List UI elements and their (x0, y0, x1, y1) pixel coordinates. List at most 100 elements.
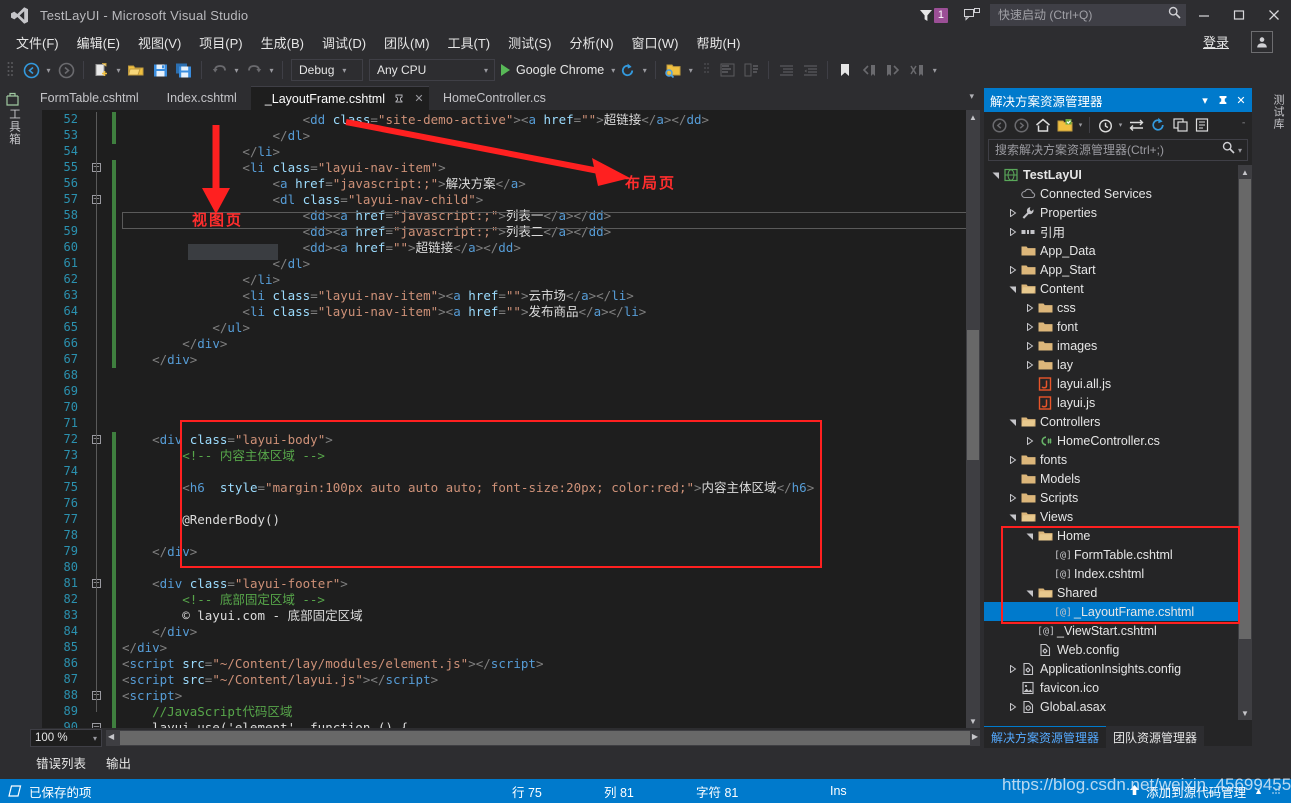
increase-indent-icon[interactable] (775, 59, 797, 81)
scroll-down-icon[interactable]: ▼ (1238, 706, 1252, 720)
panel-drag-dots[interactable] (1109, 100, 1190, 101)
editor-horizontal-scrollbar[interactable]: ◀ ▶ (106, 730, 980, 746)
chevron-down-icon[interactable]: ▾ (1116, 114, 1125, 136)
menu-window[interactable]: 窗口(W) (624, 31, 687, 54)
code-line[interactable]: //JavaScript代码区域 (122, 704, 292, 720)
menu-file[interactable]: 文件(F) (8, 31, 67, 54)
tab-error-list[interactable]: 错误列表 (26, 750, 96, 775)
forward-icon[interactable] (1010, 114, 1032, 136)
editor-code-area[interactable]: <dd class="site-demo-active"><a href="">… (122, 110, 980, 728)
code-line[interactable]: <div class="layui-footer"> (122, 576, 348, 592)
code-line[interactable]: </ul> (122, 320, 250, 336)
scroll-down-icon[interactable]: ▼ (966, 714, 980, 728)
code-line[interactable]: </div> (122, 352, 197, 368)
pending-changes-icon[interactable] (1054, 114, 1076, 136)
tab-output[interactable]: 输出 (96, 750, 141, 775)
solution-explorer-scroll-thumb[interactable] (1239, 179, 1251, 639)
code-line[interactable]: </div> (122, 624, 197, 640)
chevron-down-icon[interactable]: ▾ (611, 66, 615, 75)
menu-build[interactable]: 生成(B) (253, 31, 312, 54)
chevron-down-icon[interactable]: ▾ (484, 66, 492, 75)
toolbar-grip[interactable] (6, 61, 15, 79)
new-item-dropdown-icon[interactable]: ▾ (113, 59, 124, 81)
editor-outlining-margin[interactable]: –––––– (84, 110, 112, 728)
chevron-down-icon[interactable] (1007, 418, 1019, 426)
next-bookmark-icon[interactable] (882, 59, 904, 81)
chevron-right-icon[interactable] (1024, 303, 1036, 312)
menu-tools[interactable]: 工具(T) (440, 31, 499, 54)
tree-item-layoutframe-cshtml[interactable]: [@] _LayoutFrame.cshtml (984, 602, 1238, 621)
code-line[interactable]: <a href="javascript:;">解决方案</a> (122, 176, 526, 192)
properties-icon[interactable] (1191, 114, 1213, 136)
tree-item-connected-services[interactable]: Connected Services (984, 184, 1238, 203)
tree-item-properties[interactable]: Properties (984, 203, 1238, 222)
tree-item-index-cshtml[interactable]: [@] Index.cshtml (984, 564, 1238, 583)
solution-platform-combo[interactable]: Any CPU ▾ (369, 59, 495, 81)
menu-analyze[interactable]: 分析(N) (561, 31, 621, 54)
tree-item-viewstart-cshtml[interactable]: [@] _ViewStart.cshtml (984, 621, 1238, 640)
minimize-button[interactable] (1186, 0, 1221, 30)
collapse-all-icon[interactable] (1169, 114, 1191, 136)
code-line[interactable]: </div> (122, 640, 167, 656)
menu-team[interactable]: 团队(M) (376, 31, 438, 54)
code-line[interactable]: </div> (122, 336, 227, 352)
account-icon[interactable] (1251, 31, 1273, 53)
find-in-files-icon[interactable] (662, 59, 684, 81)
close-icon[interactable]: ✕ (1232, 90, 1250, 110)
code-line[interactable]: <dl class="layui-nav-child"> (122, 192, 484, 208)
redo-dropdown-icon[interactable]: ▾ (266, 59, 277, 81)
chevron-right-icon[interactable] (1024, 341, 1036, 350)
editor-tab-layoutframe[interactable]: _LayoutFrame.cshtml ✕ (250, 86, 429, 110)
tree-item-css[interactable]: css (984, 298, 1238, 317)
uncomment-icon[interactable] (740, 59, 762, 81)
editor-scroll-thumb[interactable] (967, 330, 979, 460)
save-icon[interactable] (149, 59, 171, 81)
menu-help[interactable]: 帮助(H) (688, 31, 748, 54)
editor-zoom-combo[interactable]: 100 % ▾ (30, 729, 102, 747)
code-line[interactable]: </div> (122, 544, 197, 560)
sync-with-active-document-icon[interactable] (1125, 114, 1147, 136)
code-line[interactable]: <dd class="site-demo-active"><a href="">… (122, 112, 709, 128)
scroll-up-icon[interactable]: ▲ (966, 110, 980, 124)
code-line[interactable]: <h6 style="margin:100px auto auto auto; … (122, 480, 814, 496)
code-line[interactable]: © layui.com - 底部固定区域 (122, 608, 362, 624)
open-file-icon[interactable] (125, 59, 147, 81)
refresh-dropdown-icon[interactable]: ▾ (639, 59, 650, 81)
menu-edit[interactable]: 编辑(E) (69, 31, 128, 54)
tree-item-home[interactable]: Home (984, 526, 1238, 545)
chevron-down-icon[interactable]: ▾ (1238, 146, 1242, 155)
history-icon[interactable] (1094, 114, 1116, 136)
tree-item-scripts[interactable]: Scripts (984, 488, 1238, 507)
code-line[interactable]: <!-- 内容主体区域 --> (122, 448, 325, 464)
code-line[interactable]: </li> (122, 272, 280, 288)
tree-item-shared[interactable]: Shared (984, 583, 1238, 602)
redo-icon[interactable] (243, 59, 265, 81)
scroll-right-icon[interactable]: ▶ (972, 732, 978, 741)
solution-explorer-search-box[interactable]: ▾ (988, 139, 1248, 161)
solution-explorer-tree[interactable]: TestLayUI Connected Services Properties 引用 A… (984, 165, 1252, 720)
right-vertical-tab-strip[interactable]: 测试库 (1262, 88, 1291, 746)
code-line[interactable]: <script src="~/Content/lay/modules/eleme… (122, 656, 543, 672)
find-overflow-icon[interactable]: ▾ (685, 59, 696, 81)
tab-close-icon[interactable]: ✕ (413, 92, 425, 105)
navigate-forward-icon[interactable] (55, 59, 77, 81)
new-item-icon[interactable] (90, 59, 112, 81)
chevron-down-icon[interactable]: ▾ (342, 66, 350, 75)
chevron-right-icon[interactable] (1007, 664, 1019, 673)
previous-bookmark-icon[interactable] (858, 59, 880, 81)
code-line[interactable]: <script> (122, 688, 182, 704)
chevron-down-icon[interactable] (1007, 513, 1019, 521)
chevron-right-icon[interactable] (1007, 227, 1019, 236)
tree-item-testlayui[interactable]: TestLayUI (984, 165, 1238, 184)
chevron-right-icon[interactable] (1007, 265, 1019, 274)
code-line[interactable]: <div class="layui-body"> (122, 432, 333, 448)
undo-dropdown-icon[interactable]: ▾ (231, 59, 242, 81)
quick-launch-input[interactable] (998, 8, 1168, 22)
chevron-right-icon[interactable] (1024, 360, 1036, 369)
decrease-indent-icon[interactable] (799, 59, 821, 81)
chevron-down-icon[interactable]: ▾ (93, 734, 97, 743)
home-icon[interactable] (1032, 114, 1054, 136)
tree-item-content[interactable]: Content (984, 279, 1238, 298)
solution-explorer-search-input[interactable] (995, 143, 1222, 157)
comment-icon[interactable] (716, 59, 738, 81)
